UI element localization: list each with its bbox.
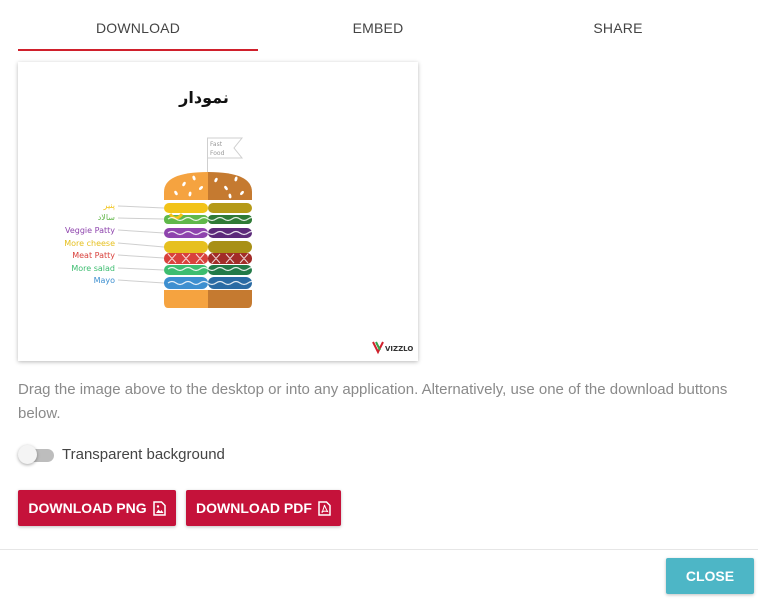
image-file-icon — [152, 500, 166, 516]
tab-embed[interactable]: EMBED — [258, 0, 498, 52]
transparent-background-label[interactable]: Transparent background — [62, 445, 225, 465]
chart-preview-image[interactable]: نمودار Fast Food پنیر سالاد Veggie Patty… — [18, 62, 418, 361]
pdf-file-icon — [318, 500, 331, 516]
flag-text-fast: Fast — [210, 141, 223, 148]
layer-label-salad: سالاد — [98, 213, 116, 222]
tab-share[interactable]: SHARE — [498, 0, 738, 52]
layer-label-veggie-patty: Veggie Patty — [65, 226, 115, 235]
transparent-background-switch[interactable] — [18, 445, 54, 465]
tab-download[interactable]: DOWNLOAD — [18, 0, 258, 52]
flag-icon: Fast Food — [207, 137, 244, 172]
brand-name: VIZZLO — [385, 345, 413, 353]
vizzlo-logo: VIZZLO — [372, 341, 413, 355]
tab-bar: DOWNLOAD EMBED SHARE — [18, 0, 738, 52]
download-pdf-label: DOWNLOAD PDF — [196, 500, 312, 516]
switch-thumb — [18, 445, 37, 464]
burger-infographic: نمودار Fast Food پنیر سالاد Veggie Patty… — [64, 88, 413, 355]
download-pdf-button[interactable]: DOWNLOAD PDF — [186, 490, 341, 526]
burger-left-half — [164, 172, 208, 308]
footer-divider — [0, 549, 758, 550]
download-png-label: DOWNLOAD PNG — [28, 500, 147, 516]
layer-label-more-salad: More salad — [71, 264, 115, 273]
layer-label-mayo: Mayo — [94, 276, 116, 285]
close-button[interactable]: CLOSE — [666, 558, 754, 594]
help-text: Drag the image above to the desktop or i… — [18, 381, 728, 422]
burger-right-half — [208, 172, 252, 308]
layer-label-more-cheese: More cheese — [64, 239, 115, 248]
flag-text-food: Food — [210, 150, 225, 157]
leader-lines — [117, 205, 165, 284]
layer-label-meat-patty: Meat Patty — [72, 251, 115, 260]
chart-title: نمودار — [178, 88, 229, 107]
download-png-button[interactable]: DOWNLOAD PNG — [18, 490, 176, 526]
transparent-background-toggle-row: Transparent background — [18, 444, 318, 466]
layer-label-cheese: پنیر — [103, 201, 115, 210]
